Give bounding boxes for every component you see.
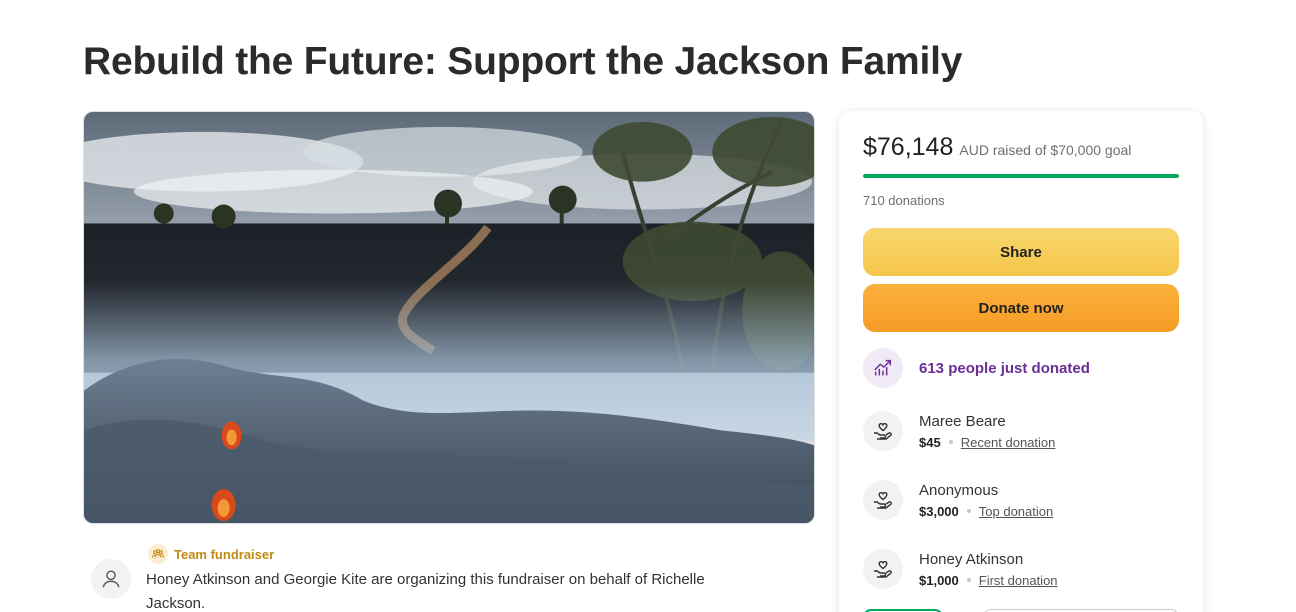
- top-donation-link[interactable]: Top donation: [979, 504, 1053, 519]
- donor-amount: $45: [919, 434, 941, 450]
- donor-name: Honey Atkinson: [919, 550, 1024, 568]
- organizer-section: Team fundraiser Honey Atkinson and Georg…: [91, 540, 791, 612]
- bushfire-photo: [84, 112, 814, 523]
- team-fundraiser-label: Team fundraiser: [174, 546, 275, 562]
- hero-image: [83, 111, 815, 524]
- raised-summary: $76,148 AUD raised of $70,000 goal: [863, 133, 1131, 162]
- page-title: Rebuild the Future: Support the Jackson …: [83, 40, 963, 83]
- team-icon: [148, 544, 168, 564]
- separator-dot: [966, 578, 971, 582]
- recent-donation-link[interactable]: Recent donation: [961, 435, 1056, 450]
- first-donation-link[interactable]: First donation: [979, 573, 1058, 588]
- trending-up-icon: [863, 348, 903, 388]
- progress-bar: [863, 174, 1179, 178]
- goal-text: AUD raised of $70,000 goal: [959, 142, 1132, 158]
- donor-item: Honey Atkinson $1,000 First donation: [863, 549, 1058, 589]
- share-button[interactable]: Share: [863, 228, 1179, 276]
- donation-card: $76,148 AUD raised of $70,000 goal 710 d…: [839, 111, 1203, 612]
- recent-donations-trend: 613 people just donated: [863, 348, 1090, 388]
- donor-name: Maree Beare: [919, 412, 1006, 430]
- organizer-description: Honey Atkinson and Georgie Kite are orga…: [146, 571, 705, 612]
- donor-amount: $1,000: [919, 572, 959, 588]
- donations-count: 710 donations: [863, 193, 945, 208]
- team-fundraiser-badge: Team fundraiser: [148, 544, 274, 564]
- heart-hand-icon: [863, 480, 903, 520]
- user-icon: [91, 559, 131, 599]
- amount-raised: $76,148: [863, 133, 954, 161]
- donor-name: Anonymous: [919, 481, 999, 499]
- donor-item: Maree Beare $45 Recent donation: [863, 411, 1055, 451]
- donor-amount: $3,000: [919, 503, 959, 519]
- donor-item: Anonymous $3,000 Top donation: [863, 480, 1053, 520]
- trend-text: 613 people just donated: [919, 359, 1090, 377]
- separator-dot: [966, 509, 971, 513]
- heart-hand-icon: [863, 411, 903, 451]
- donate-now-button[interactable]: Donate now: [863, 284, 1179, 332]
- heart-hand-icon: [863, 549, 903, 589]
- progress-fill: [863, 174, 1179, 178]
- separator-dot: [948, 440, 953, 444]
